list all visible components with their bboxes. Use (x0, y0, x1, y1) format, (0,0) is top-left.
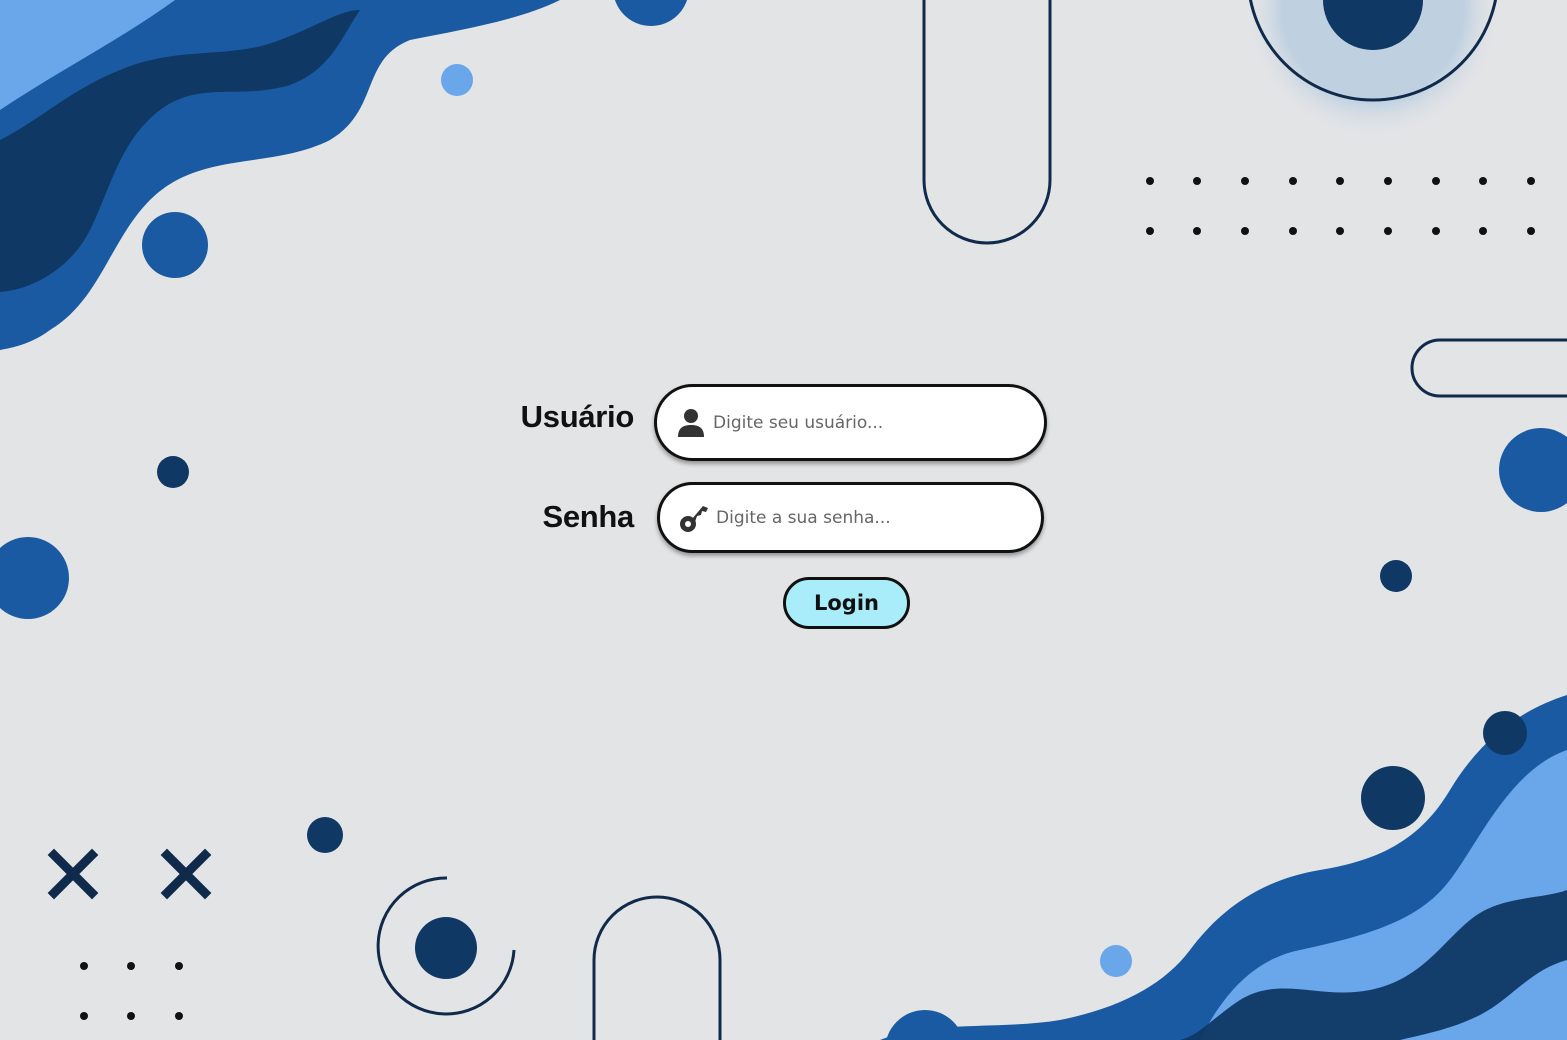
password-label: Senha (542, 499, 634, 534)
key-icon (680, 505, 708, 532)
pill-outline-bottom (592, 895, 722, 1040)
dark-dot-left (157, 456, 189, 488)
dark-dot-right (1380, 560, 1412, 592)
username-label: Usuário (520, 399, 635, 434)
small-light-circle-bottom (1100, 945, 1132, 977)
bottom-semicircle (886, 1010, 964, 1040)
password-input[interactable] (716, 485, 1021, 550)
dot-grid-bottom-left (80, 962, 183, 1020)
password-field[interactable] (657, 482, 1044, 553)
mid-blue-circle-left (142, 212, 208, 278)
login-screen: Usuário Senha Login (0, 0, 1567, 1040)
login-button[interactable]: Login (783, 577, 910, 629)
pill-outline-right (1410, 338, 1567, 398)
bottom-right-wave-bump (1483, 711, 1527, 755)
pill-outline-top (922, 0, 1052, 245)
dark-circle-right (1361, 766, 1425, 830)
half-circle-right (1499, 428, 1567, 512)
x-marks (47, 848, 212, 900)
username-input[interactable] (713, 387, 1024, 458)
dark-dot-bottom-left (307, 817, 343, 853)
username-field[interactable] (654, 384, 1047, 461)
user-icon (678, 408, 704, 437)
arc-inner-circle (415, 917, 477, 979)
small-light-circle (441, 64, 473, 96)
dot-grid-top-right (1146, 177, 1535, 235)
top-circle (614, 0, 688, 26)
half-circle-left (0, 537, 69, 619)
